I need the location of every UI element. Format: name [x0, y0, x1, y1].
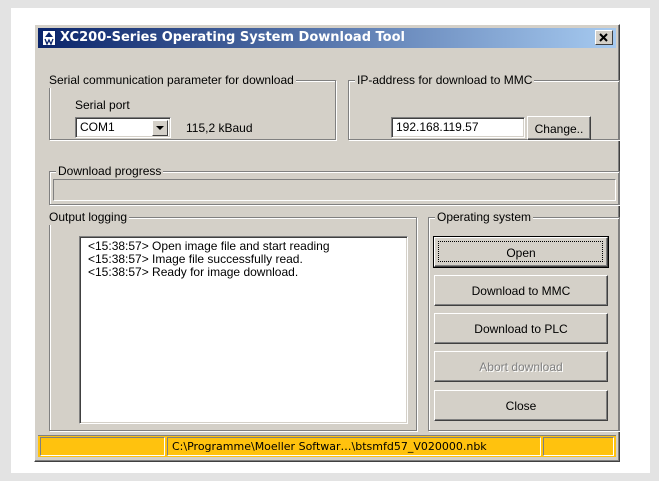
serial-port-label: Serial port — [75, 98, 130, 112]
close-window-button[interactable] — [595, 30, 613, 45]
download-to-plc-button[interactable]: Download to PLC — [434, 313, 608, 344]
ip-address-field[interactable]: 192.168.119.57 — [391, 117, 525, 138]
change-ip-button[interactable]: Change.. — [527, 116, 591, 140]
status-pane-right — [543, 437, 614, 456]
progress-group-label: Download progress — [56, 163, 164, 179]
open-button[interactable]: Open — [433, 236, 609, 268]
close-icon — [599, 33, 608, 42]
output-logging-label: Output logging — [47, 209, 130, 225]
window-title: XC200-Series Operating System Download T… — [60, 30, 405, 45]
serial-port-value: COM1 — [80, 120, 115, 134]
chevron-down-icon[interactable] — [152, 120, 168, 136]
status-bar: C:\Programme\Moeller Softwar…\btsmfd57_V… — [38, 435, 616, 457]
baud-rate-text: 115,2 kBaud — [186, 121, 253, 135]
ip-group-label: IP-address for download to MMC — [355, 72, 535, 88]
status-file-path: C:\Programme\Moeller Softwar…\btsmfd57_V… — [172, 440, 487, 453]
output-log-list[interactable]: <15:38:57> Open image file and start rea… — [79, 236, 408, 424]
status-pane-left — [40, 437, 165, 456]
ip-address-value: 192.168.119.57 — [396, 120, 479, 134]
moeller-logo-icon — [42, 30, 56, 46]
focus-rect — [438, 241, 603, 262]
operating-system-label: Operating system — [435, 209, 534, 225]
close-button[interactable]: Close — [434, 390, 608, 421]
download-tool-window: XC200-Series Operating System Download T… — [34, 24, 620, 462]
abort-download-button[interactable]: Abort download — [434, 351, 608, 382]
serial-group-label: Serial communication parameter for downl… — [47, 72, 296, 88]
status-pane-path: C:\Programme\Moeller Softwar…\btsmfd57_V… — [167, 437, 541, 456]
download-progress-bar — [53, 179, 616, 201]
serial-port-dropdown[interactable]: COM1 — [75, 117, 171, 138]
title-bar[interactable]: XC200-Series Operating System Download T… — [38, 28, 616, 48]
download-to-mmc-button[interactable]: Download to MMC — [434, 275, 608, 306]
log-line: <15:38:57> Ready for image download. — [88, 265, 299, 279]
